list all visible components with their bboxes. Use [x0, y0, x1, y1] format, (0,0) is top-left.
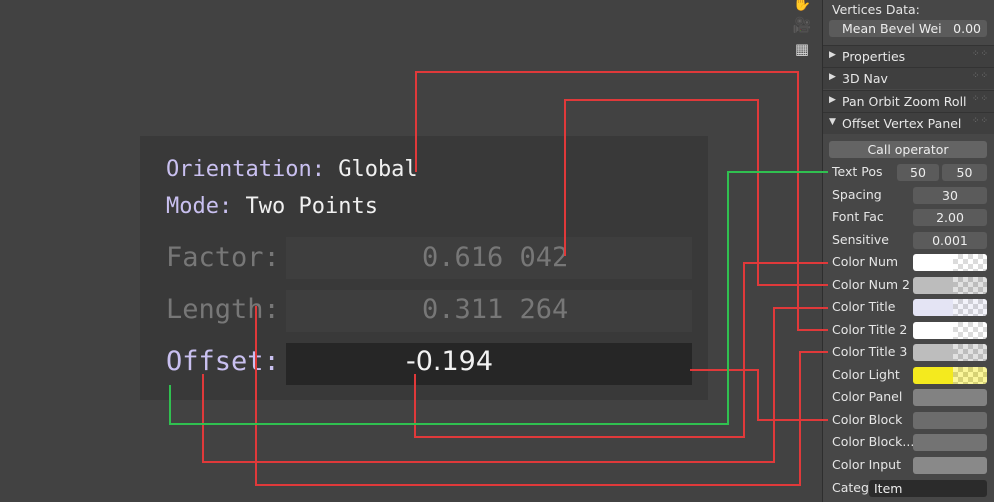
color-swatch[interactable] [913, 321, 987, 339]
drag-grip-icon[interactable]: ⁘⁘ [972, 116, 989, 126]
orientation-label: Orientation: [166, 157, 325, 182]
offset-value: -0.194 [406, 346, 494, 377]
color-row-label: Color Num 2 [832, 276, 910, 292]
color-swatch-solid [913, 276, 953, 294]
color-row-label: Color Title 3 [832, 344, 908, 359]
section-label: 3D Nav [842, 71, 888, 86]
mean-bevel-value: 0.00 [953, 21, 981, 36]
color-swatch[interactable] [913, 456, 987, 474]
mode-value: Two Points [245, 194, 378, 219]
color-swatch-solid [913, 321, 953, 339]
mean-bevel-field[interactable]: Mean Bevel Wei 0.00 [829, 20, 987, 37]
factor-label: Factor: [166, 242, 280, 273]
vertices-data-label: Vertices Data: [832, 2, 920, 17]
text-pos-x-field[interactable]: 50 [897, 164, 939, 181]
section-offset-vertex-panel[interactable]: ▼ Offset Vertex Panel ⁘⁘ [823, 112, 994, 134]
sensitive-label: Sensitive [832, 232, 889, 247]
color-row-label: Color Block... [832, 434, 915, 449]
camera-icon[interactable]: 🎥 [792, 16, 812, 34]
color-swatch-solid [913, 254, 953, 271]
section-pan-orbit-zoom-roll[interactable]: ▶ Pan Orbit Zoom Roll ⁘⁘ [823, 90, 994, 112]
hand-icon[interactable]: ✋ [792, 0, 812, 12]
color-swatch[interactable] [913, 299, 987, 316]
factor-value: 0.616 042 [422, 242, 569, 273]
alpha-checker [953, 321, 987, 339]
mode-line: Mode: Two Points [166, 194, 378, 219]
orientation-line: Orientation: Global [166, 157, 418, 182]
color-swatch-solid [913, 366, 953, 384]
alpha-checker [953, 299, 987, 316]
grid-icon[interactable]: ▦ [792, 40, 812, 58]
color-swatch-solid [913, 411, 987, 429]
text-pos-y-field[interactable]: 50 [942, 164, 987, 181]
offset-label: Offset: [166, 346, 280, 377]
collapsed-triangle-icon: ▶ [829, 72, 836, 82]
spacing-field[interactable]: 30 [913, 187, 987, 204]
orientation-value: Global [338, 157, 418, 182]
call-operator-button[interactable]: Call operator [829, 141, 987, 158]
section-label: Properties [842, 49, 906, 64]
mean-bevel-label: Mean Bevel Wei [842, 21, 942, 36]
color-swatch-solid [913, 456, 987, 474]
sensitive-field[interactable]: 0.001 [913, 232, 987, 249]
color-row-label: Color Panel [832, 389, 903, 404]
category-label: Categ [832, 480, 869, 495]
alpha-checker [953, 254, 987, 271]
collapsed-triangle-icon: ▶ [829, 95, 836, 105]
color-swatch[interactable] [913, 389, 987, 406]
color-swatch-solid [913, 299, 953, 316]
drag-grip-icon[interactable]: ⁘⁘ [972, 49, 989, 59]
color-swatch-solid [913, 389, 987, 406]
collapsed-triangle-icon: ▶ [829, 50, 836, 60]
color-swatch[interactable] [913, 254, 987, 271]
mode-label: Mode: [166, 194, 233, 219]
color-swatch[interactable] [913, 366, 987, 384]
length-label: Length: [166, 294, 280, 325]
color-row-label: Color Block [832, 411, 903, 427]
drag-grip-icon[interactable]: ⁘⁘ [972, 94, 989, 104]
color-swatch[interactable] [913, 276, 987, 294]
color-row-label: Color Light [832, 366, 900, 382]
color-swatch[interactable] [913, 411, 987, 429]
color-row-label: Color Title 2 [832, 321, 908, 337]
3d-viewport[interactable]: ✋ 🎥 ▦ Orientation: Global Mode: Two Poin… [0, 0, 822, 502]
category-field[interactable]: Item [869, 480, 987, 497]
color-swatch-solid [913, 434, 987, 451]
section-label: Offset Vertex Panel [842, 116, 962, 131]
alpha-checker [953, 344, 987, 361]
color-swatch[interactable] [913, 434, 987, 451]
length-value: 0.311 264 [422, 294, 569, 325]
expanded-triangle-icon: ▼ [829, 117, 836, 127]
alpha-checker [953, 276, 987, 294]
drag-grip-icon[interactable]: ⁘⁘ [972, 71, 989, 81]
color-swatch-solid [913, 344, 953, 361]
font-fac-field[interactable]: 2.00 [913, 209, 987, 226]
text-pos-label: Text Pos [832, 164, 883, 179]
color-row-label: Color Title [832, 299, 896, 314]
category-value: Item [874, 481, 903, 496]
color-row-label: Color Num [832, 254, 899, 269]
color-row-label: Color Input [832, 456, 901, 472]
properties-sidebar: Vertices Data: Mean Bevel Wei 0.00 ▶ Pro… [822, 0, 994, 502]
alpha-checker [953, 366, 987, 384]
section-3d-nav[interactable]: ▶ 3D Nav ⁘⁘ [823, 67, 994, 89]
color-swatch[interactable] [913, 344, 987, 361]
font-fac-label: Font Fac [832, 209, 884, 224]
spacing-label: Spacing [832, 187, 882, 202]
section-label: Pan Orbit Zoom Roll [842, 94, 967, 109]
section-properties[interactable]: ▶ Properties ⁘⁘ [823, 45, 994, 67]
